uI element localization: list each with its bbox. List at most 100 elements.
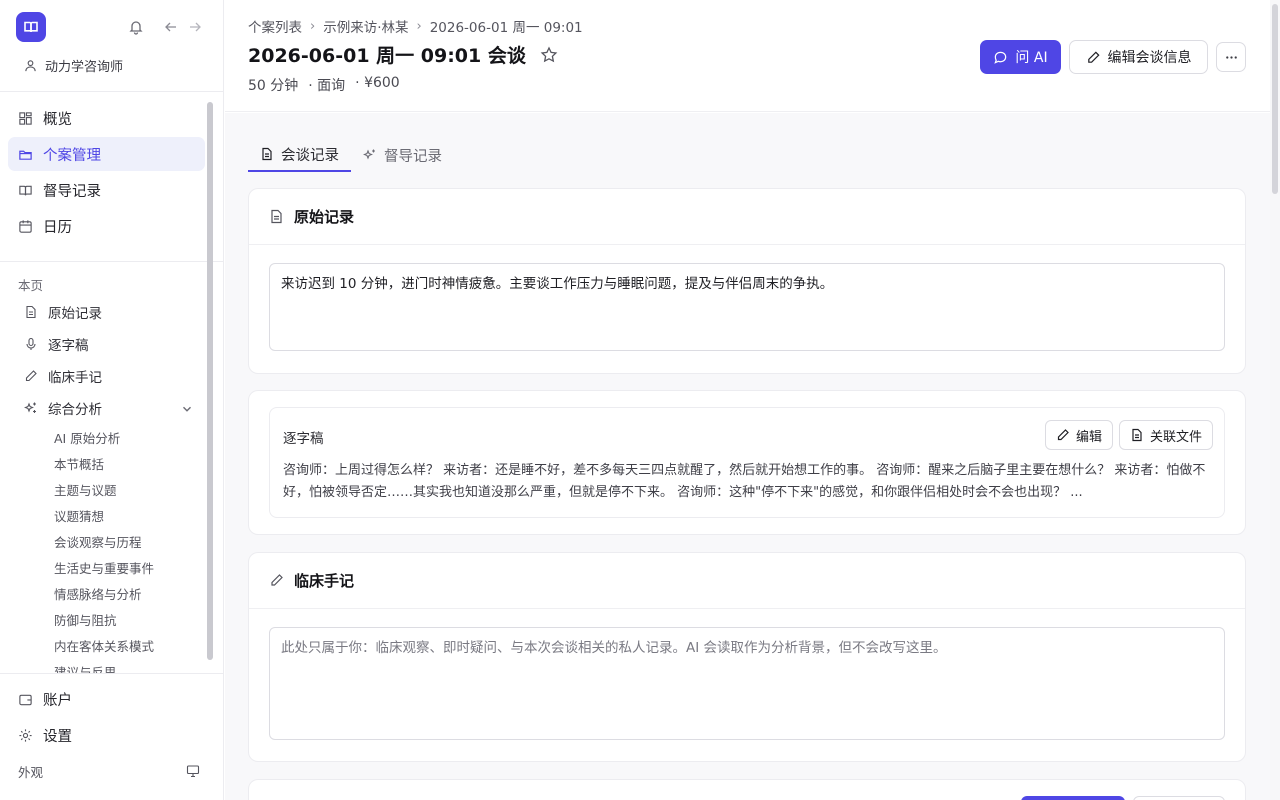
edit-session-info-label: 编辑会谈信息 xyxy=(1107,50,1192,66)
pen-icon xyxy=(25,370,37,382)
user-role-label: 动力学咨询师 xyxy=(45,59,124,75)
nav-item-overview[interactable]: 概览 xyxy=(8,101,205,135)
pen-icon xyxy=(1087,50,1100,63)
page-nav-analysis[interactable]: 综合分析 xyxy=(16,392,206,424)
account-label: 账户 xyxy=(43,692,72,709)
page-scrollbar[interactable] xyxy=(1272,4,1278,194)
session-type: · 面询 xyxy=(308,78,346,94)
sidebar: 动力学咨询师 概览 个案管理 督导记录 日历 本页 原始记录 逐字稿 临床手记 … xyxy=(0,0,224,800)
raw-record-card: 原始记录 来访迟到 10 分钟，进门时神情疲惫。主要谈工作压力与睡眠问题，提及与… xyxy=(248,188,1246,374)
sub-nav-item[interactable]: 情感脉络与分析 xyxy=(16,580,206,606)
pen-icon xyxy=(1057,429,1069,441)
breadcrumb-case-list[interactable]: 个案列表 xyxy=(248,16,302,36)
page-nav-label: 原始记录 xyxy=(48,306,102,322)
sub-nav-item[interactable]: AI 原始分析 xyxy=(16,424,206,450)
secondary-action-button[interactable] xyxy=(1133,796,1225,800)
ask-ai-label: 问 AI xyxy=(1015,50,1048,66)
file-icon xyxy=(1132,428,1142,442)
page-nav-label: 综合分析 xyxy=(48,402,102,418)
link-file-label: 关联文件 xyxy=(1150,429,1203,445)
book-icon xyxy=(19,185,32,195)
chevron-down-icon[interactable] xyxy=(180,402,194,416)
calendar-icon xyxy=(19,219,32,233)
divider xyxy=(0,673,224,674)
next-card xyxy=(248,779,1246,800)
nav-label: 督导记录 xyxy=(43,183,101,200)
section-label: 本页 xyxy=(18,278,44,293)
more-dots-icon xyxy=(1225,55,1237,59)
sub-nav-item[interactable]: 建议与反思 xyxy=(16,658,206,675)
chat-bubble-icon xyxy=(994,51,1007,64)
sparkle-icon xyxy=(24,402,36,413)
nav-label: 概览 xyxy=(43,111,72,128)
settings-label: 设置 xyxy=(43,728,72,745)
card-title: 临床手记 xyxy=(294,572,355,590)
tab-label: 会谈记录 xyxy=(281,147,339,164)
tab-session-record[interactable]: 会谈记录 xyxy=(248,138,351,172)
sub-nav-item[interactable]: 本节概括 xyxy=(16,450,206,476)
breadcrumb-session: 2026-06-01 周一 09:01 xyxy=(429,20,583,36)
sub-nav-item[interactable]: 防御与阻抗 xyxy=(16,606,206,632)
gear-icon xyxy=(19,728,32,742)
page-nav-raw-record[interactable]: 原始记录 xyxy=(16,296,206,328)
breadcrumb: 个案列表 › 示例来访·林某 › 2026-06-01 周一 09:01 xyxy=(248,16,583,37)
tab-label: 督导记录 xyxy=(384,148,442,165)
monitor-icon[interactable] xyxy=(186,764,200,778)
app-logo[interactable] xyxy=(16,12,46,42)
page-nav-label: 逐字稿 xyxy=(48,338,89,354)
pen-icon xyxy=(271,574,283,586)
sub-nav-item[interactable]: 生活史与重要事件 xyxy=(16,554,206,580)
page-title: 2026-06-01 周一 09:01 会谈 xyxy=(248,45,526,67)
chevron-right-icon: › xyxy=(310,18,316,34)
nav-item-supervision[interactable]: 督导记录 xyxy=(8,173,205,207)
card-title: 原始记录 xyxy=(294,208,355,226)
session-duration: 50 分钟 xyxy=(248,78,299,94)
sidebar-header: 动力学咨询师 xyxy=(0,0,224,92)
more-options-button[interactable] xyxy=(1216,42,1246,72)
wallet-icon xyxy=(19,694,32,705)
page-nav-label: 临床手记 xyxy=(48,370,102,386)
transcript-card: 逐字稿 编辑 关联文件 咨询师：上周过得怎么样？ 来访者：还是睡不好，差不多每天… xyxy=(248,390,1246,535)
nav-item-case-management[interactable]: 个案管理 xyxy=(8,137,205,171)
sub-nav-item[interactable]: 会谈观察与历程 xyxy=(16,528,206,554)
bell-icon[interactable] xyxy=(128,19,144,35)
ask-ai-button[interactable]: 问 AI xyxy=(980,40,1061,74)
breadcrumb-client[interactable]: 示例来访·林某 xyxy=(323,16,408,36)
transcript-title: 逐字稿 xyxy=(283,431,324,447)
nav-item-calendar[interactable]: 日历 xyxy=(8,209,205,243)
edit-transcript-button[interactable]: 编辑 xyxy=(1045,420,1114,450)
page-nav-clinical-notes[interactable]: 临床手记 xyxy=(16,360,206,392)
session-fee: · ¥600 xyxy=(355,75,400,91)
link-file-button[interactable]: 关联文件 xyxy=(1119,420,1214,450)
edit-session-info-button[interactable]: 编辑会谈信息 xyxy=(1069,40,1208,74)
primary-action-button[interactable] xyxy=(1021,796,1125,800)
mic-icon xyxy=(26,337,36,350)
sidebar-scrollbar[interactable] xyxy=(207,102,213,660)
page-nav-transcript[interactable]: 逐字稿 xyxy=(16,328,206,360)
main-content: 会谈记录 督导记录 原始记录 来访迟到 10 分钟，进门时神情疲惫。主要谈工作压… xyxy=(225,113,1270,800)
tab-supervision-record[interactable]: 督导记录 xyxy=(351,138,454,172)
sub-nav-item[interactable]: 议题猜想 xyxy=(16,502,206,528)
raw-record-textarea[interactable]: 来访迟到 10 分钟，进门时神情疲惫。主要谈工作压力与睡眠问题，提及与伴侣周末的… xyxy=(269,263,1225,351)
card-header: 临床手记 xyxy=(249,553,1245,609)
appearance-label: 外观 xyxy=(18,765,44,780)
star-icon[interactable] xyxy=(540,45,558,64)
clinical-notes-card: 临床手记 此处只属于你：临床观察、即时疑问、与本次会谈相关的私人记录。AI 会读… xyxy=(248,552,1246,762)
clinical-notes-textarea[interactable]: 此处只属于你：临床观察、即时疑问、与本次会谈相关的私人记录。AI 会读取作为分析… xyxy=(269,627,1225,740)
divider xyxy=(0,261,224,262)
session-tabs: 会谈记录 督导记录 xyxy=(248,138,454,172)
transcript-panel: 逐字稿 编辑 关联文件 咨询师：上周过得怎么样？ 来访者：还是睡不好，差不多每天… xyxy=(269,407,1225,518)
file-icon xyxy=(26,305,36,319)
session-meta: 50 分钟 · 面询 · ¥600 xyxy=(248,75,400,95)
sparkle-icon xyxy=(363,149,375,160)
user-icon xyxy=(25,59,36,71)
user-role[interactable]: 动力学咨询师 xyxy=(24,55,123,75)
sub-nav-item[interactable]: 内在客体关系模式 xyxy=(16,632,206,658)
file-icon xyxy=(271,209,282,224)
sub-nav-item[interactable]: 主题与议题 xyxy=(16,476,206,502)
back-arrow-icon[interactable] xyxy=(163,19,179,35)
settings-link[interactable]: 设置 xyxy=(18,723,72,747)
account-link[interactable]: 账户 xyxy=(18,687,72,711)
document-icon xyxy=(262,147,272,161)
forward-arrow-icon[interactable] xyxy=(187,19,203,35)
